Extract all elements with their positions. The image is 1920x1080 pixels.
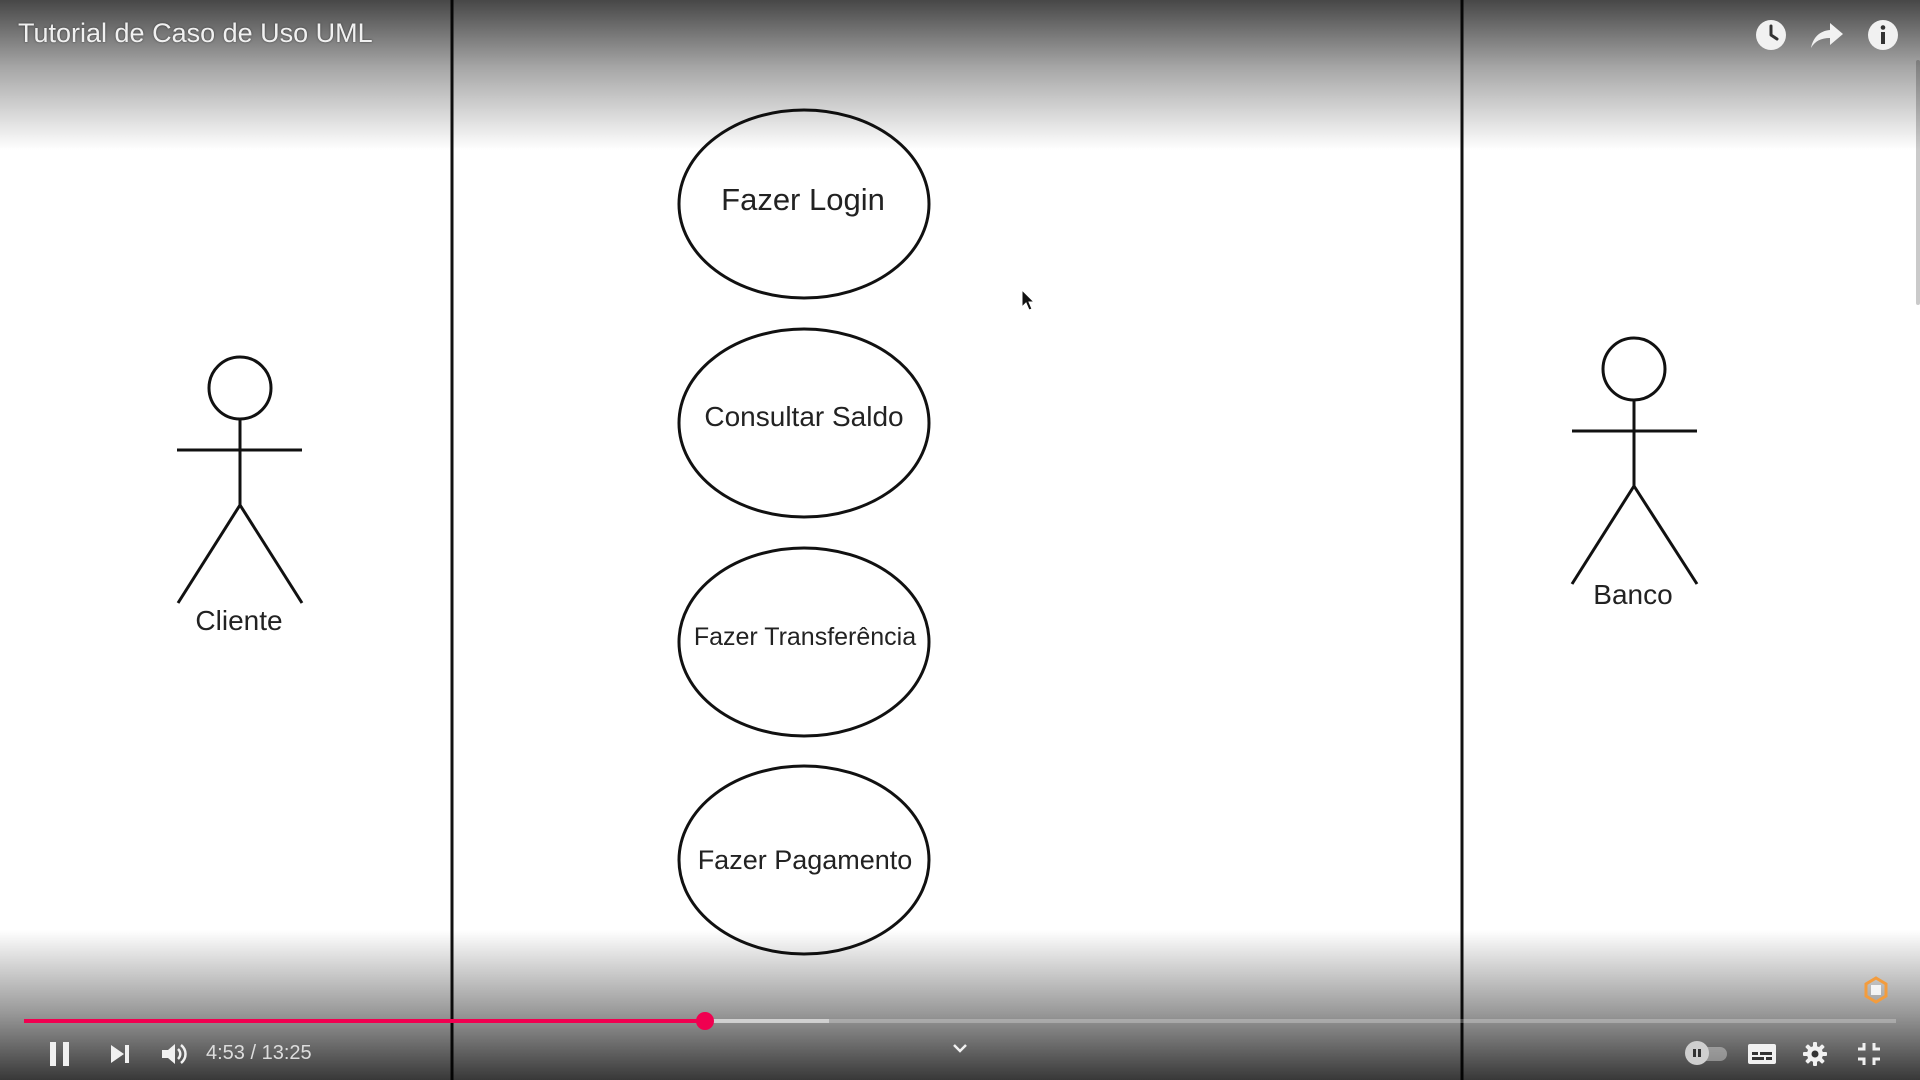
mouse-cursor-icon: [1021, 289, 1036, 311]
autoplay-knob: [1685, 1041, 1709, 1065]
autoplay-toggle[interactable]: [1685, 1040, 1727, 1066]
clock-icon: [1756, 20, 1786, 50]
info-button[interactable]: [1864, 16, 1902, 54]
play-pause-button[interactable]: [42, 1036, 78, 1072]
time-display: 4:53 / 13:25: [206, 1042, 312, 1065]
use-case-label-fazer-transferencia: Fazer Transferência: [694, 623, 916, 651]
top-right-actions: [1752, 16, 1902, 54]
use-case-label-fazer-pagamento: Fazer Pagamento: [698, 845, 913, 875]
use-case-label-consultar-saldo: Consultar Saldo: [704, 401, 903, 432]
exit-fullscreen-icon: [1858, 1043, 1880, 1065]
chevron-down-icon: [953, 1044, 967, 1053]
use-case-label-fazer-login: Fazer Login: [721, 182, 885, 217]
next-icon: [111, 1045, 129, 1063]
video-title[interactable]: Tutorial de Caso de Uso UML: [18, 18, 373, 49]
share-icon: [1811, 23, 1843, 48]
autoplay-pause-icon: [1693, 1049, 1701, 1057]
progress-played: [24, 1019, 706, 1023]
settings-button[interactable]: [1798, 1038, 1832, 1070]
volume-button[interactable]: [156, 1036, 192, 1072]
captions-button[interactable]: [1744, 1038, 1780, 1070]
time-separator: /: [244, 1042, 262, 1064]
next-video-button[interactable]: [102, 1036, 138, 1072]
share-button[interactable]: [1808, 16, 1846, 54]
watch-later-button[interactable]: [1752, 16, 1790, 54]
actor-cliente: [176, 355, 304, 604]
video-player[interactable]: Cliente Banco Fazer Login Consultar Sald…: [0, 0, 1920, 1080]
actor-banco: [1570, 336, 1699, 585]
current-time: 4:53: [206, 1042, 245, 1064]
chapters-expand-button[interactable]: [946, 1036, 974, 1060]
duration: 13:25: [261, 1042, 312, 1064]
pause-icon: [50, 1042, 69, 1066]
actor-label-cliente: Cliente: [195, 605, 282, 636]
progress-bar[interactable]: [24, 1012, 1896, 1030]
info-icon: [1868, 20, 1898, 50]
scroll-handle[interactable]: [1916, 60, 1920, 305]
channel-watermark-icon[interactable]: [1862, 976, 1890, 1004]
volume-icon: [162, 1044, 187, 1064]
uml-use-case-diagram: Cliente Banco Fazer Login Consultar Sald…: [176, 0, 1699, 1080]
gear-icon: [1803, 1042, 1827, 1066]
actor-label-banco: Banco: [1593, 579, 1672, 610]
player-controls: 4:53 / 13:25: [0, 1032, 1920, 1076]
exit-fullscreen-button[interactable]: [1852, 1038, 1886, 1070]
subtitles-icon: [1748, 1044, 1776, 1064]
